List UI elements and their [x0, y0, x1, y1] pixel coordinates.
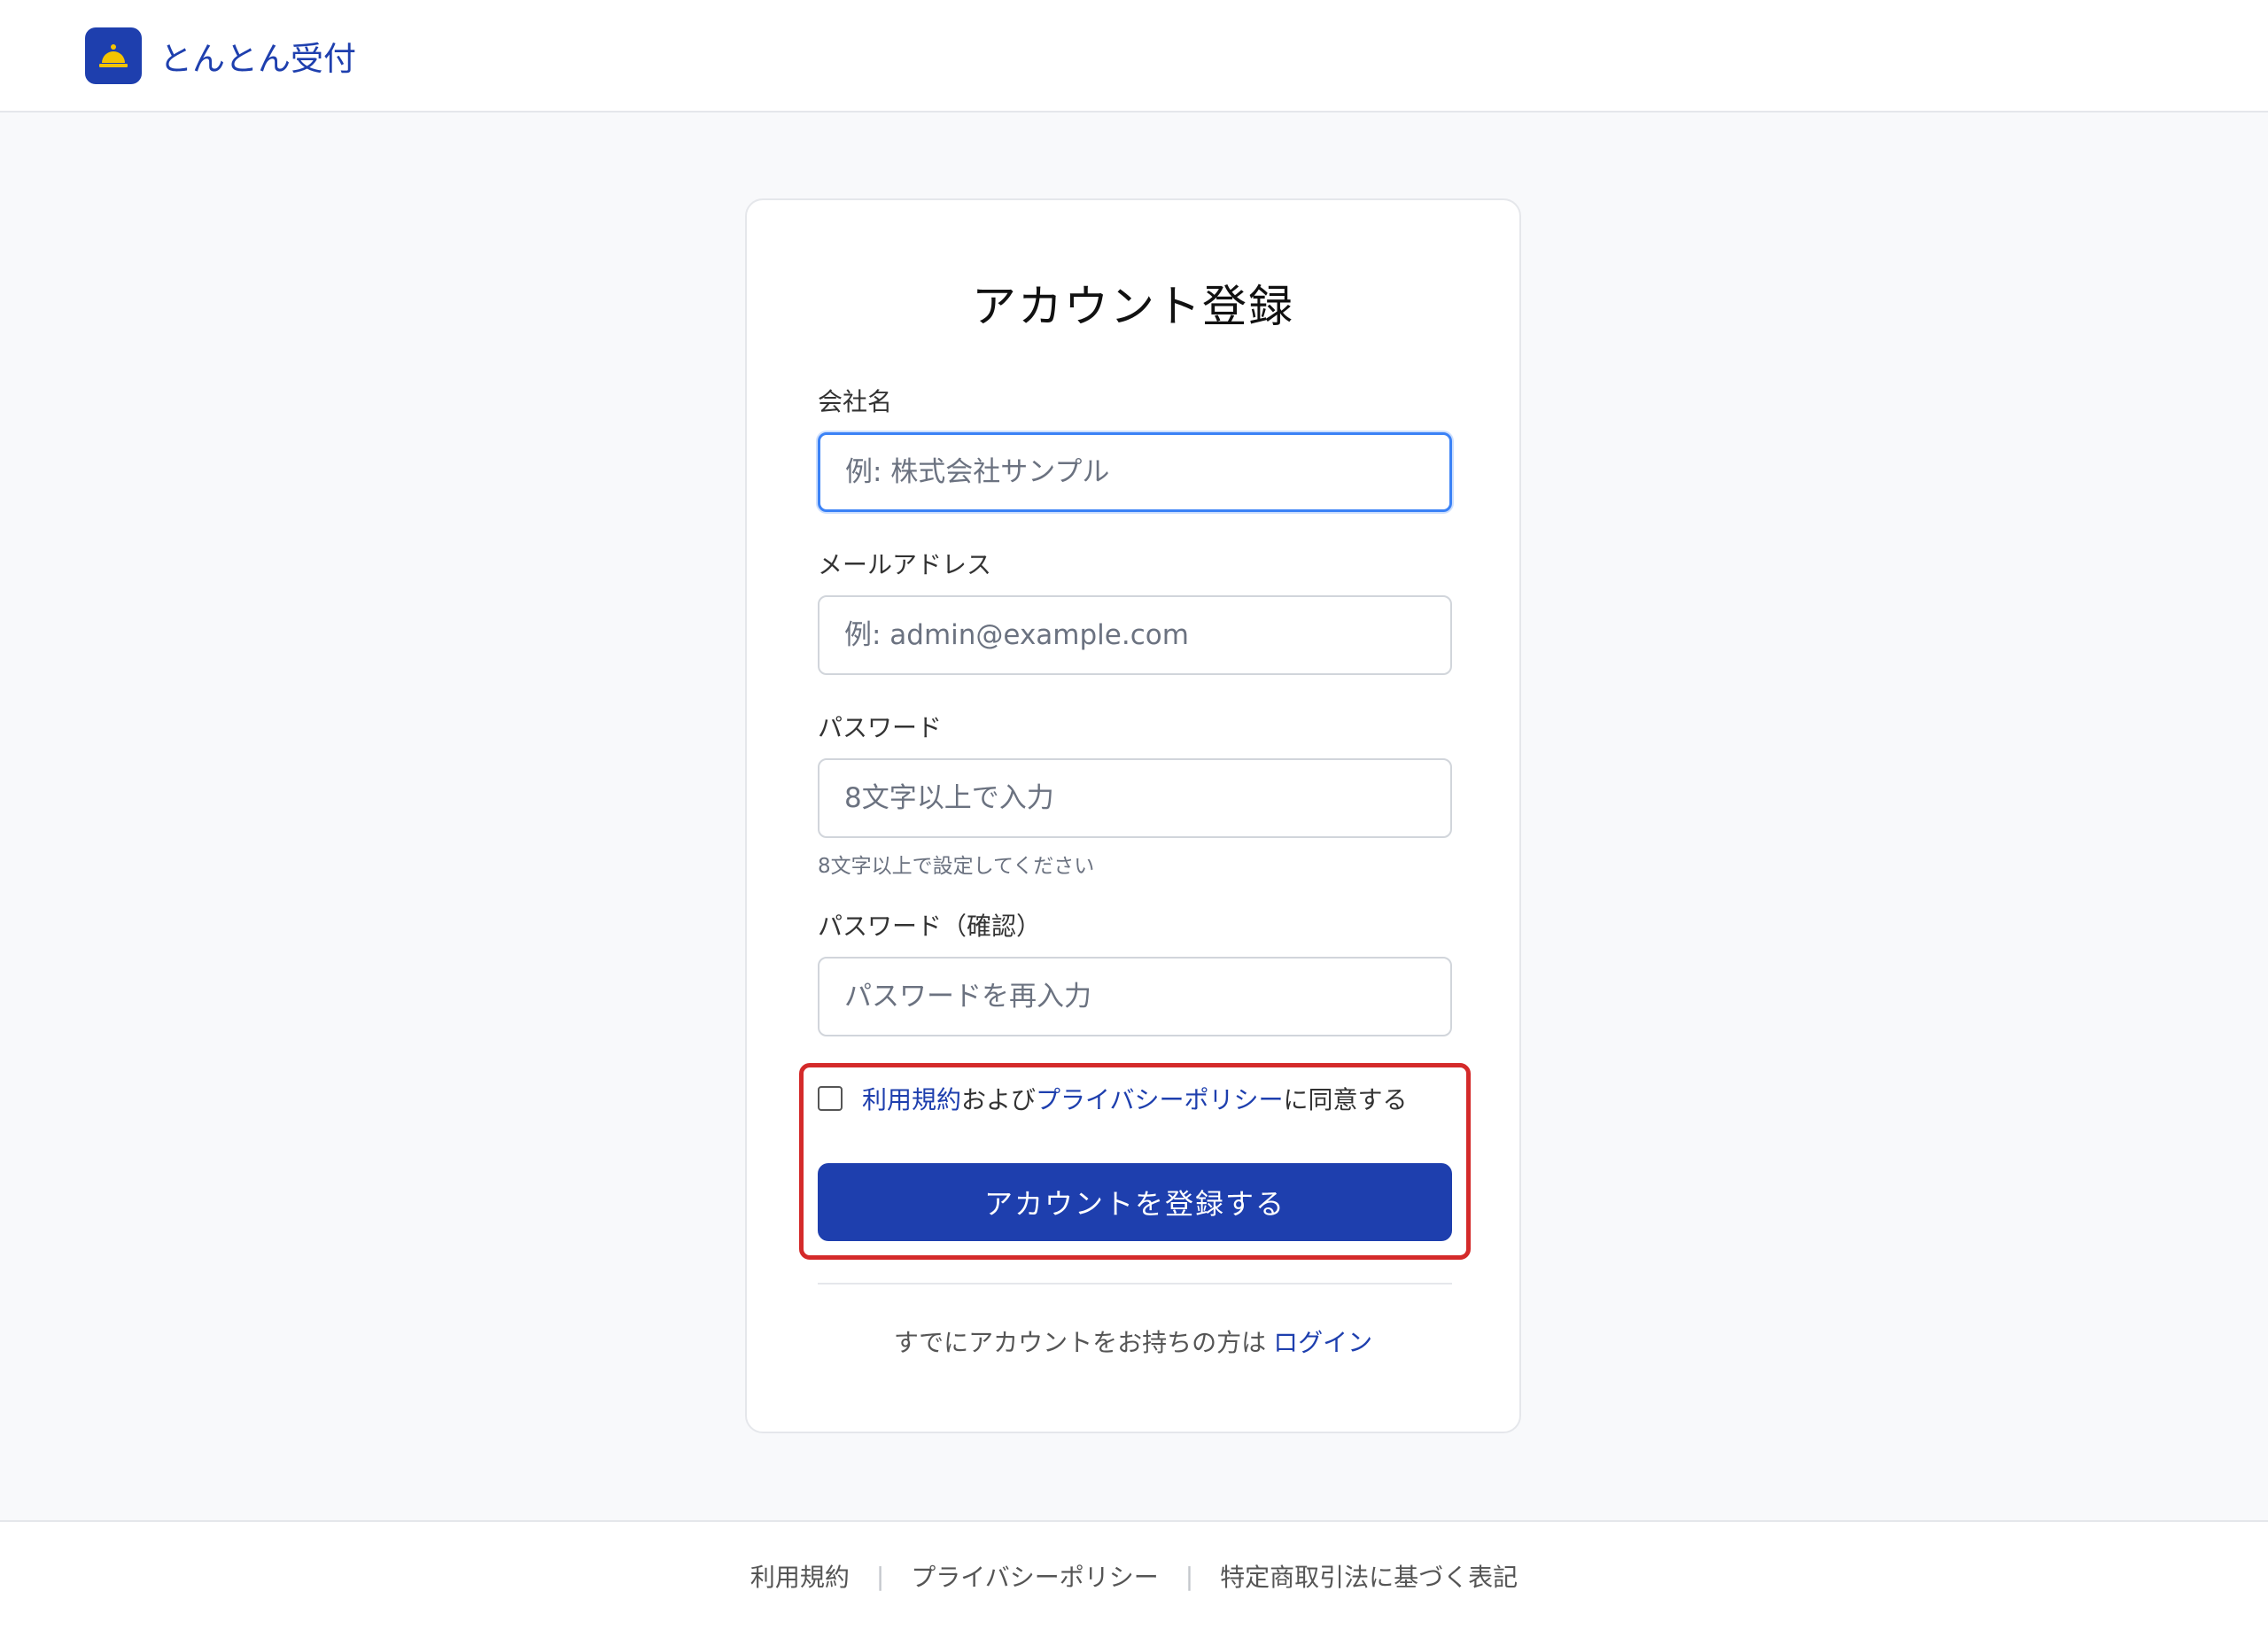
terms-link[interactable]: 利用規約	[862, 1081, 961, 1116]
password-confirm-input[interactable]	[818, 957, 1452, 1036]
company-label: 会社名	[818, 387, 893, 416]
register-card: アカウント登録 会社名 メールアドレス パスワード 8文字以上で設定してください…	[745, 198, 1521, 1433]
footer-separator: |	[875, 1561, 885, 1591]
bell-icon	[99, 43, 128, 67]
password-confirm-label: パスワード（確認）	[818, 912, 1042, 941]
app-header: とんとん受付	[0, 0, 2268, 113]
footer-privacy-link[interactable]: プライバシーポリシー	[911, 1558, 1158, 1594]
footer-separator: |	[1184, 1561, 1194, 1591]
app-brand-name[interactable]: とんとん受付	[159, 32, 356, 80]
divider	[818, 1283, 1452, 1285]
login-row: すでにアカウントをお持ちの方は ログイン	[747, 1323, 1519, 1359]
agree-row: 利用規約 および プライバシーポリシー に同意する	[818, 1077, 1408, 1120]
app-footer: 利用規約 | プライバシーポリシー | 特定商取引法に基づく表記	[0, 1520, 2268, 1630]
app-logo[interactable]	[85, 27, 142, 84]
password-hint: 8文字以上で設定してください	[818, 855, 1095, 878]
agree-suffix: に同意する	[1283, 1085, 1408, 1114]
email-input[interactable]	[818, 595, 1452, 675]
agree-checkbox[interactable]	[818, 1086, 843, 1111]
footer-commerce-link[interactable]: 特定商取引法に基づく表記	[1220, 1558, 1518, 1594]
privacy-link[interactable]: プライバシーポリシー	[1036, 1081, 1283, 1116]
email-label: メールアドレス	[818, 550, 992, 579]
register-button[interactable]: アカウントを登録する	[818, 1163, 1452, 1241]
login-link[interactable]: ログイン	[1273, 1328, 1372, 1357]
company-input[interactable]	[818, 432, 1452, 512]
password-input[interactable]	[818, 758, 1452, 838]
agree-conjunction: および	[961, 1085, 1037, 1114]
footer-terms-link[interactable]: 利用規約	[750, 1558, 850, 1594]
password-label: パスワード	[818, 713, 943, 742]
login-prompt: すでにアカウントをお持ちの方は	[893, 1328, 1267, 1357]
page-title: アカウント登録	[972, 281, 1294, 332]
